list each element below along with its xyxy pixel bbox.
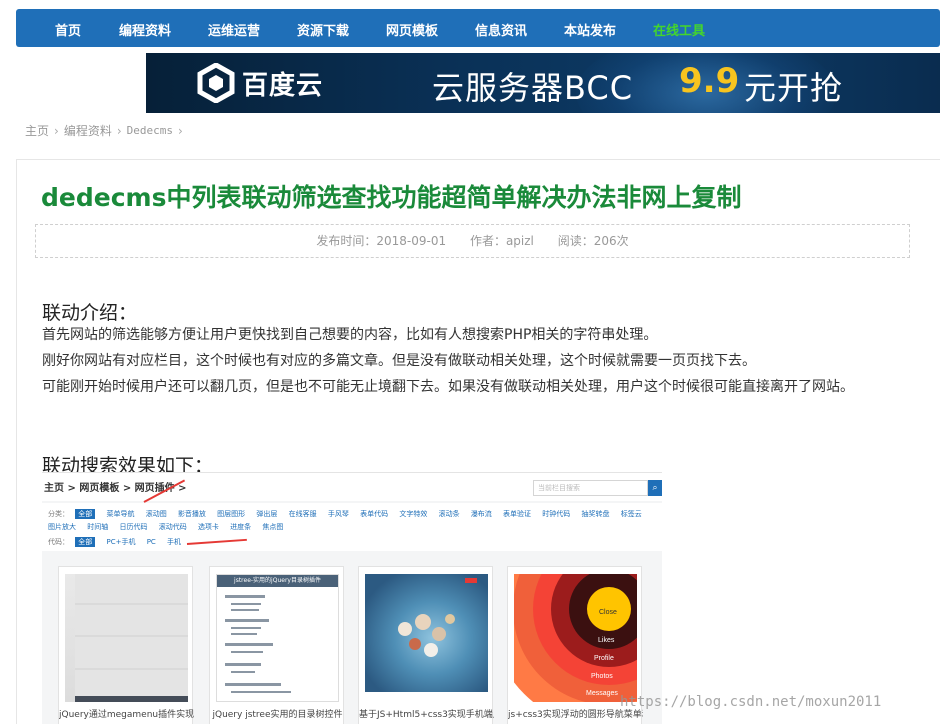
banner-promo-price: 9.9	[679, 61, 740, 101]
circle-nav-photos-label: Photos	[591, 673, 613, 680]
nav-item-templates[interactable]: 网页模板	[386, 20, 438, 39]
demo-filter-tag: PC	[146, 538, 156, 546]
demo-card-caption: jQuery通过megamenu插件实现响应	[59, 710, 194, 720]
demo-filter-area: 分类： 全部 菜单导航 滚动图 影音播放 图层图形 弹出层 在线客服 手风琴 表…	[42, 503, 662, 551]
demo-card-html5-click: 基于JS+Html5+css3实现手机端点击	[358, 566, 494, 724]
paragraph-3: 可能刚开始时候用户还可以翻几页，但是也不可能无止境翻下去。如果没有做联动相关处理…	[42, 379, 854, 395]
demo-filter-tag: 标签云	[620, 510, 642, 518]
demo-filter-tag: 进度条	[230, 523, 252, 531]
chevron-right-icon: ›	[54, 123, 59, 138]
demo-filter-tag: 日历代码	[119, 523, 148, 531]
demo-filter-tag: 焦点图	[262, 523, 284, 531]
circle-nav-profile-label: Profile	[594, 655, 614, 662]
demo-card-caption: 基于JS+Html5+css3实现手机端点击	[359, 710, 494, 720]
demo-filter-row-category-2: 图片放大 时间轴 日历代码 滚动代码 选项卡 进度条 焦点图	[48, 522, 292, 532]
demo-filter-tag: 瀑布流	[470, 510, 492, 518]
demo-filter-tag: 全部	[75, 509, 96, 519]
demo-filter-tag: 表单验证	[503, 510, 532, 518]
author: 作者：apizl	[469, 234, 534, 248]
demo-filter-tag: 手机	[167, 538, 182, 546]
demo-filter-tag: 全部	[75, 537, 96, 547]
megamenu-preview-icon	[75, 574, 188, 702]
demo-filter-tag: 在线客服	[288, 510, 317, 518]
demo-filter-label: 代码：	[48, 538, 69, 546]
demo-screenshot: 主页 > 网页模板 > 网页插件 > 当前栏目搜索 ⌕ 分类： 全部 菜单导航 …	[42, 472, 662, 724]
demo-card-thumbnail	[65, 574, 188, 702]
demo-header-bar: 主页 > 网页模板 > 网页插件 > 当前栏目搜索 ⌕	[42, 473, 662, 501]
demo-filter-tag: 弹出层	[256, 510, 278, 518]
tree-preview-icon	[225, 595, 291, 693]
jstree-preview-header: jstree-实用的jQuery目录树插件	[217, 575, 338, 587]
demo-filter-tag: 图片放大	[48, 523, 76, 531]
banner-promo-suffix: 元开抢	[744, 69, 844, 107]
banner-promo-text: 云服务器BCC	[432, 69, 634, 107]
publish-date: 发布时间：2018-09-01	[316, 234, 447, 248]
demo-filter-tag: 表单代码	[360, 510, 389, 518]
nav-item-ops[interactable]: 运维运营	[208, 20, 260, 39]
chevron-right-icon: ›	[178, 123, 183, 138]
nav-item-downloads[interactable]: 资源下载	[297, 20, 349, 39]
paragraph-1: 首先网站的筛选能够方便让用户更快找到自己想要的内容，比如有人想搜索PHP相关的字…	[42, 327, 658, 343]
csdn-watermark: https://blog.csdn.net/moxun2011	[620, 694, 882, 710]
demo-card-megamenu: jQuery通过megamenu插件实现响应	[58, 566, 194, 724]
demo-filter-tag: 滚动代码	[158, 523, 187, 531]
banner-logo-text: 百度云	[242, 71, 324, 101]
demo-card-thumbnail: jstree-实用的jQuery目录树插件	[216, 574, 339, 702]
demo-filter-tag: 时钟代码	[542, 510, 571, 518]
nav-item-news[interactable]: 信息资讯	[475, 20, 527, 39]
demo-filter-tag: 影音播放	[177, 510, 206, 518]
demo-search-input: 当前栏目搜索	[533, 480, 648, 496]
demo-filter-tag: 文字特效	[399, 510, 428, 518]
breadcrumb: 主页 › 编程资料 › Dedecms ›	[25, 122, 188, 139]
demo-filter-tag: 抽奖转盘	[581, 510, 610, 518]
baidu-cloud-banner-ad[interactable]: 百度云 云服务器BCC 9.9 元开抢	[146, 53, 940, 113]
baidu-cloud-logo-icon	[197, 63, 235, 103]
demo-filter-tag: 滚动条	[438, 510, 460, 518]
nav-item-online-tools[interactable]: 在线工具	[653, 20, 705, 39]
demo-filter-tag: 选项卡	[197, 523, 219, 531]
circular-menu-preview-icon: Close Likes Profile Photos Messages	[514, 574, 637, 702]
nav-item-site-release[interactable]: 本站发布	[564, 20, 616, 39]
section-heading-intro: 联动介绍：	[42, 302, 138, 324]
demo-filter-tag: 图层图形	[217, 510, 246, 518]
demo-card-thumbnail: Close Likes Profile Photos Messages	[514, 574, 637, 702]
circle-nav-messages-label: Messages	[586, 690, 618, 697]
circle-nav-close-label: Close	[599, 609, 617, 616]
breadcrumb-dedecms[interactable]: Dedecms	[127, 124, 173, 137]
demo-filter-tag: 时间轴	[87, 523, 109, 531]
top-navigation-bar: 首页 编程资料 运维运营 资源下载 网页模板 信息资讯 本站发布 在线工具	[16, 9, 940, 47]
nav-item-home[interactable]: 首页	[55, 20, 81, 39]
breadcrumb-home[interactable]: 主页	[25, 122, 49, 139]
paragraph-2: 刚好你网站有对应栏目，这个时候也有对应的多篇文章。但是没有做联动相关处理，这个时…	[42, 353, 756, 369]
photo-cluster-preview-icon	[365, 578, 488, 702]
nav-item-programming[interactable]: 编程资料	[119, 20, 171, 39]
demo-card-thumbnail	[365, 574, 488, 702]
demo-filter-tag: PC+手机	[106, 538, 136, 546]
demo-filter-row-code: 代码： 全部 PC+手机 PC 手机	[48, 537, 190, 547]
demo-filter-label: 分类：	[48, 510, 69, 518]
demo-search-icon: ⌕	[648, 480, 662, 496]
demo-filter-tag: 菜单导航	[106, 510, 135, 518]
demo-card-caption: jQuery jstree实用的目录树控件	[212, 710, 343, 720]
read-count: 阅读：206次	[557, 234, 629, 248]
breadcrumb-programming[interactable]: 编程资料	[64, 122, 112, 139]
chevron-right-icon: ›	[116, 123, 122, 138]
demo-filter-tag: 滚动图	[145, 510, 167, 518]
article-title: dedecms中列表联动筛选查找功能超简单解决办法非网上复制	[41, 183, 742, 212]
article-meta: 发布时间：2018-09-01 作者：apizl 阅读：206次	[35, 224, 910, 258]
demo-filter-row-category: 分类： 全部 菜单导航 滚动图 影音播放 图层图形 弹出层 在线客服 手风琴 表…	[48, 509, 651, 519]
demo-filter-tag: 手风琴	[327, 510, 349, 518]
demo-card-jstree: jstree-实用的jQuery目录树插件 jQuery jstree实用的目录…	[209, 566, 344, 724]
circle-nav-likes-label: Likes	[598, 637, 615, 644]
